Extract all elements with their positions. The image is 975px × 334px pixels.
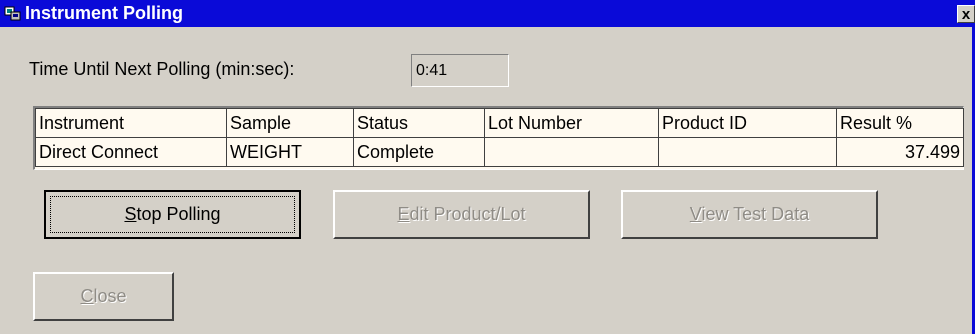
- instrument-app-icon: [4, 6, 21, 21]
- close-label: Close: [80, 286, 127, 306]
- column-header-product-id[interactable]: Product ID: [658, 108, 837, 138]
- grid-header-row: Instrument Sample Status Lot Number Prod…: [35, 108, 964, 138]
- instrument-polling-window: Instrument Polling x Time Until Next Pol…: [0, 0, 975, 334]
- stop-polling-label: Stop Polling: [124, 204, 221, 224]
- close-icon: x: [961, 6, 971, 23]
- cell-status[interactable]: Complete: [353, 137, 485, 167]
- view-test-data-button[interactable]: View Test Data: [621, 190, 878, 239]
- column-header-result-percent[interactable]: Result %: [836, 108, 964, 138]
- edit-product-lot-button[interactable]: Edit Product/Lot: [333, 190, 590, 239]
- cell-result-percent[interactable]: 37.499: [836, 137, 964, 167]
- table-row[interactable]: Direct Connect WEIGHT Complete 37.499: [35, 137, 964, 167]
- close-window-button[interactable]: x: [957, 5, 975, 23]
- title-bar[interactable]: Instrument Polling x: [0, 0, 975, 27]
- polling-results-grid[interactable]: Instrument Sample Status Lot Number Prod…: [33, 106, 964, 170]
- cell-lot-number[interactable]: [484, 137, 659, 167]
- polling-time-field: 0:41: [411, 54, 509, 87]
- stop-polling-button[interactable]: Stop Polling: [44, 190, 301, 239]
- column-header-instrument[interactable]: Instrument: [35, 108, 227, 138]
- column-header-sample[interactable]: Sample: [226, 108, 354, 138]
- cell-sample[interactable]: WEIGHT: [226, 137, 354, 167]
- polling-time-label: Time Until Next Polling (min:sec):: [29, 59, 295, 79]
- window-title: Instrument Polling: [25, 3, 184, 23]
- edit-product-lot-label: Edit Product/Lot: [397, 204, 526, 224]
- view-test-data-label: View Test Data: [689, 204, 810, 224]
- column-header-lot-number[interactable]: Lot Number: [484, 108, 659, 138]
- column-header-status[interactable]: Status: [353, 108, 485, 138]
- close-button[interactable]: Close: [33, 272, 174, 321]
- cell-instrument[interactable]: Direct Connect: [35, 137, 227, 167]
- cell-product-id[interactable]: [658, 137, 837, 167]
